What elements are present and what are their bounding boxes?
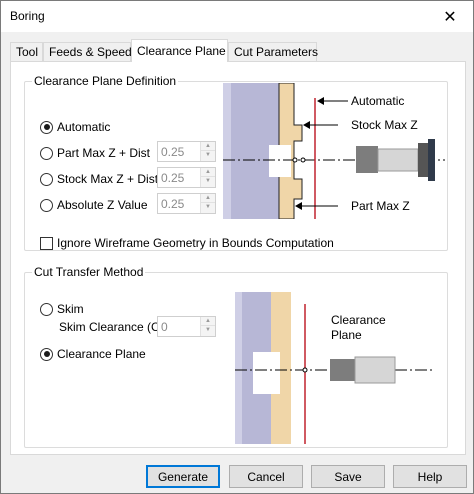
spin-down-icon[interactable]: ▼	[201, 151, 215, 160]
stock-max-z-diagram-label: Stock Max Z	[351, 118, 418, 132]
stock-highlight	[223, 83, 231, 219]
tool-flange	[418, 143, 428, 177]
generate-button[interactable]: Generate	[146, 465, 220, 488]
absolute-z-stepper[interactable]: 0.25 ▲ ▼	[157, 193, 216, 214]
bore-cavity	[269, 145, 291, 177]
clearance-diagram-label-line2: Plane	[331, 328, 362, 342]
part-max-z-option[interactable]: Part Max Z + Dist	[40, 146, 150, 160]
automatic-label: Automatic	[57, 120, 111, 134]
cut-transfer-diagram: Clearance Plane	[235, 292, 435, 444]
automatic-arrowhead	[317, 97, 324, 105]
ignore-wireframe-option[interactable]: Ignore Wireframe Geometry in Bounds Comp…	[40, 236, 334, 250]
clearance-plane-label: Clearance Plane	[57, 347, 146, 361]
stock-max-z-point	[300, 157, 306, 163]
close-button[interactable]: ✕	[427, 1, 473, 32]
stock-max-z-label: Stock Max Z + Dist	[57, 172, 159, 186]
part-max-z-label: Part Max Z + Dist	[57, 146, 151, 160]
part-max-z-stepper[interactable]: 0.25 ▲ ▼	[157, 141, 216, 162]
automatic-radio[interactable]	[40, 120, 53, 134]
part-max-z-diagram-label: Part Max Z	[351, 199, 410, 213]
tab-feeds-speeds[interactable]: Feeds & Speeds	[43, 42, 138, 62]
automatic-diagram-label: Automatic	[351, 94, 404, 108]
spin-up-icon[interactable]: ▲	[201, 194, 215, 203]
clearance-definition-group: Clearance Plane Definition Automatic Par…	[24, 74, 448, 251]
tool-holder	[377, 148, 419, 172]
tool-spindle	[428, 139, 435, 181]
skim-clearance-arrows: ▲ ▼	[200, 317, 215, 336]
clearance-plane-radio[interactable]	[40, 347, 53, 361]
part-max-z-radio[interactable]	[40, 146, 53, 160]
stock-max-z-option[interactable]: Stock Max Z + Dist	[40, 172, 158, 186]
skim-clearance-value[interactable]: 0	[161, 320, 168, 334]
save-button[interactable]: Save	[311, 465, 385, 488]
stock-max-z-value[interactable]: 0.25	[161, 171, 184, 185]
skim-radio[interactable]	[40, 302, 53, 316]
boring-bar	[330, 359, 355, 381]
clearance-plane-panel: Clearance Plane Definition Automatic Par…	[10, 61, 466, 455]
tab-tool[interactable]: Tool	[10, 42, 43, 62]
window-title: Boring	[10, 9, 45, 23]
tool-holder	[354, 356, 396, 384]
help-button[interactable]: Help	[393, 465, 467, 488]
tab-clearance-plane[interactable]: Clearance Plane	[131, 39, 228, 62]
skim-option[interactable]: Skim	[40, 302, 84, 316]
spin-up-icon[interactable]: ▲	[201, 317, 215, 326]
stock-max-z-arrowhead	[303, 121, 310, 129]
stock-max-z-stepper[interactable]: 0.25 ▲ ▼	[157, 167, 216, 188]
spin-down-icon[interactable]: ▼	[201, 177, 215, 186]
clearance-diagram-label-line1: Clearance	[331, 313, 386, 327]
part-max-z-arrowhead	[295, 202, 302, 210]
title-bar: Boring ✕	[1, 1, 473, 32]
tab-strip: Tool Feeds & Speeds Clearance Plane Cut …	[10, 39, 470, 62]
clearance-definition-diagram: Automatic Stock Max Z Part Max Z	[223, 83, 445, 219]
ignore-wireframe-label: Ignore Wireframe Geometry in Bounds Comp…	[57, 236, 334, 250]
boring-bar	[356, 146, 378, 173]
stock-highlight	[235, 292, 242, 444]
cut-transfer-title: Cut Transfer Method	[32, 265, 146, 279]
cancel-button[interactable]: Cancel	[229, 465, 303, 488]
tab-cut-parameters[interactable]: Cut Parameters	[228, 42, 318, 62]
stock-max-z-radio[interactable]	[40, 172, 53, 186]
skim-clearance-label: Skim Clearance (C)	[59, 320, 164, 334]
absolute-z-value[interactable]: 0.25	[161, 197, 184, 211]
bore-cavity	[253, 352, 280, 394]
skim-label: Skim	[57, 302, 84, 316]
spin-down-icon[interactable]: ▼	[201, 326, 215, 335]
spin-up-icon[interactable]: ▲	[201, 142, 215, 151]
part-max-z-point	[292, 157, 298, 163]
cut-transfer-group: Cut Transfer Method Skim Skim Clearance …	[24, 265, 448, 448]
spin-up-icon[interactable]: ▲	[201, 168, 215, 177]
part-max-z-value[interactable]: 0.25	[161, 145, 184, 159]
clearance-definition-title: Clearance Plane Definition	[32, 74, 179, 88]
close-icon: ✕	[443, 8, 457, 26]
stock-max-z-arrows: ▲ ▼	[200, 168, 215, 187]
automatic-option[interactable]: Automatic	[40, 120, 110, 134]
clearance-point	[302, 367, 308, 373]
boring-dialog: Boring ✕ Tool Feeds & Speeds Clearance P…	[0, 0, 474, 494]
part-max-z-arrows: ▲ ▼	[200, 142, 215, 161]
absolute-z-label: Absolute Z Value	[57, 198, 148, 212]
absolute-z-arrows: ▲ ▼	[200, 194, 215, 213]
clearance-plane-option[interactable]: Clearance Plane	[40, 347, 146, 361]
absolute-z-radio[interactable]	[40, 198, 53, 212]
skim-clearance-stepper[interactable]: 0 ▲ ▼	[157, 316, 216, 337]
ignore-wireframe-checkbox[interactable]	[40, 236, 53, 250]
absolute-z-option[interactable]: Absolute Z Value	[40, 198, 148, 212]
spin-down-icon[interactable]: ▼	[201, 203, 215, 212]
